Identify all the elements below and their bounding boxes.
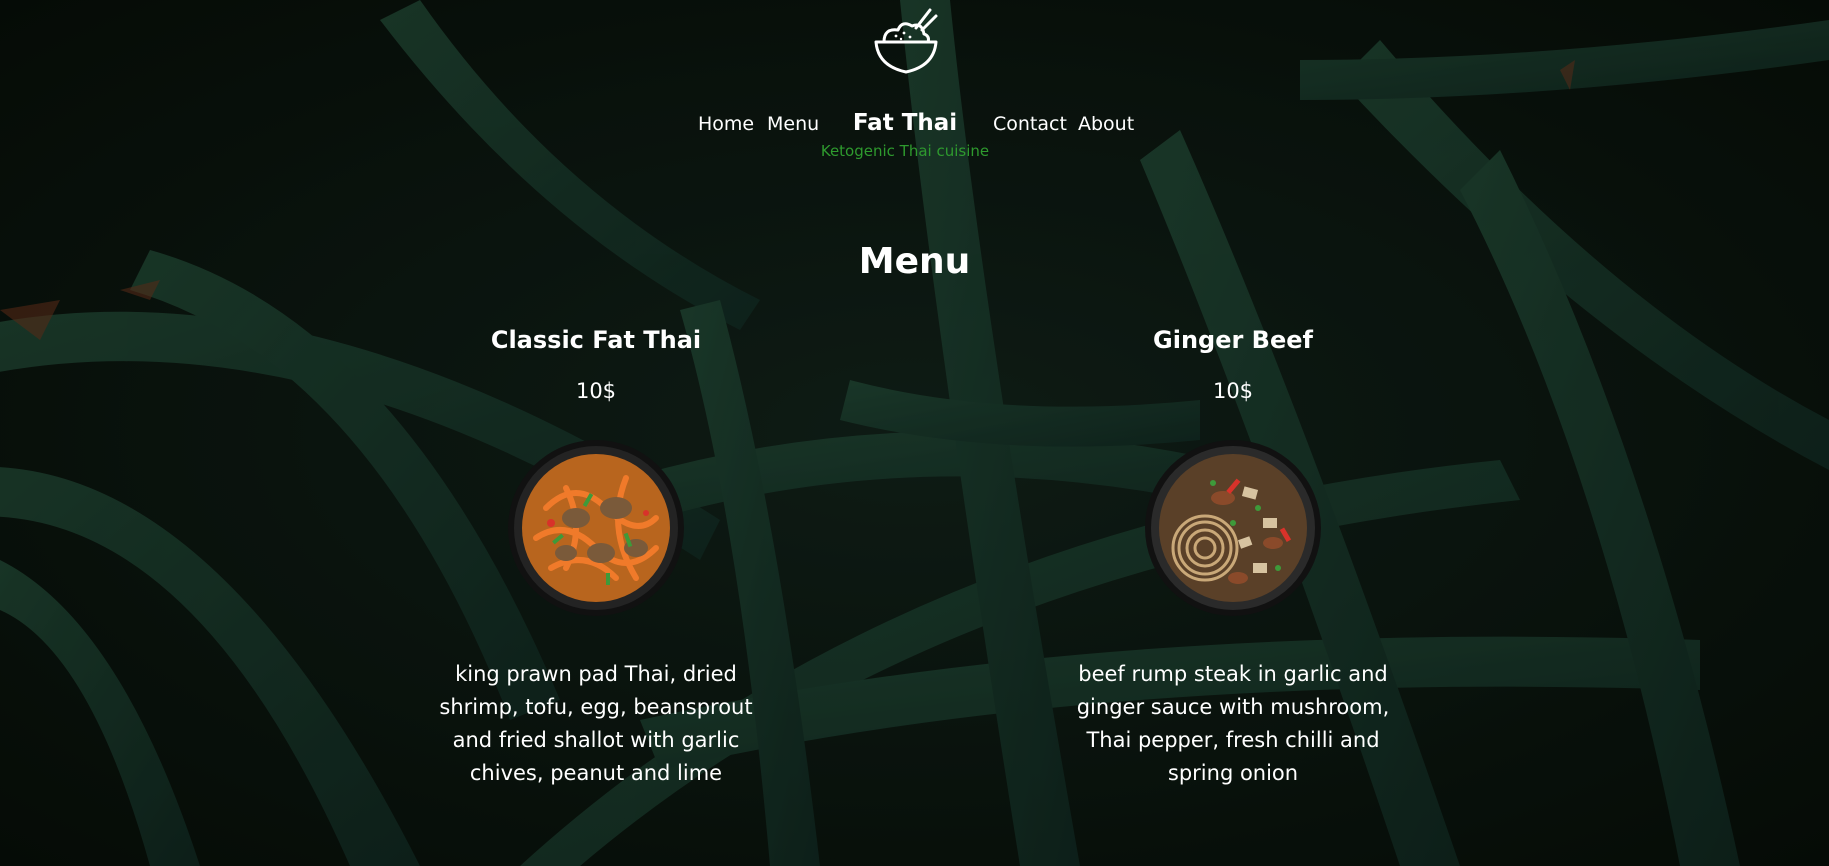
pad-thai-bowl-image <box>508 440 684 616</box>
brand-tagline: Ketogenic Thai cuisine <box>820 142 990 160</box>
menu-item: Ginger Beef 10$ beef rump steak in garli… <box>1063 322 1403 790</box>
menu-item-price: 10$ <box>575 379 617 403</box>
menu-item: Classic Fat Thai 10$ king prawn pad Thai… <box>426 322 766 790</box>
menu-item-price: 10$ <box>1212 379 1254 403</box>
menu-item-description: beef rump steak in garlic and ginger sau… <box>1076 662 1390 785</box>
brand-name[interactable]: Fat Thai <box>795 110 1015 136</box>
menu-item-name: Classic Fat Thai <box>490 326 702 354</box>
brand: Fat Thai Ketogenic Thai cuisine <box>795 110 1015 160</box>
page: Home Menu Fat Thai Ketogenic Thai cuisin… <box>0 0 1829 866</box>
menu-item-name: Ginger Beef <box>1153 326 1313 354</box>
main-nav: Home Menu Fat Thai Ketogenic Thai cuisin… <box>0 110 1829 160</box>
ginger-beef-bowl-image <box>1145 440 1321 616</box>
menu-item-description: king prawn pad Thai, dried shrimp, tofu,… <box>439 662 753 785</box>
nav-about-link[interactable]: About <box>1078 113 1134 135</box>
page-content: Home Menu Fat Thai Ketogenic Thai cuisin… <box>0 0 1829 866</box>
nav-home-link[interactable]: Home <box>698 113 754 135</box>
menu-section-title: Menu <box>858 241 971 283</box>
rice-bowl-icon <box>874 8 938 74</box>
nav-contact-link[interactable]: Contact <box>993 113 1067 135</box>
